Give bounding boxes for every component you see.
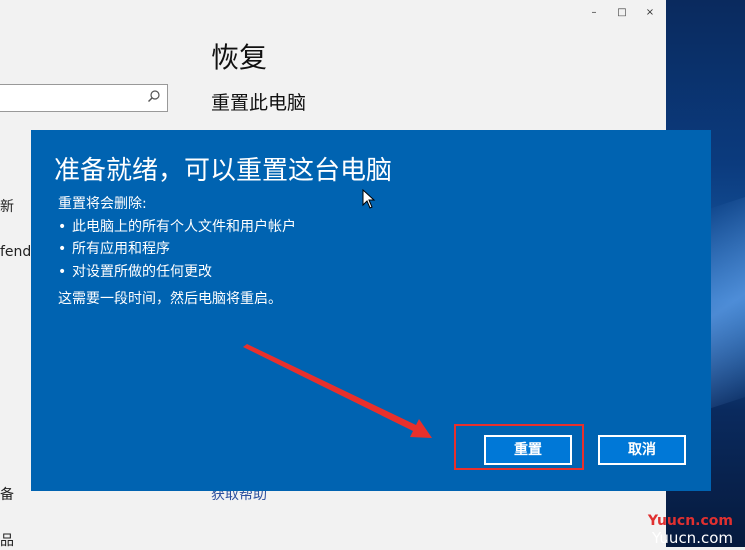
dialog-body: 重置将会删除: 此电脑上的所有个人文件和用户帐户 所有应用和程序 对设置所做的任… bbox=[58, 193, 296, 283]
watermark-text: Yuucn.com bbox=[651, 529, 733, 547]
dialog-note: 这需要一段时间，然后电脑将重启。 bbox=[58, 291, 282, 307]
watermark-text: Yuucn.com bbox=[647, 513, 733, 529]
settings-search-input[interactable] bbox=[0, 84, 168, 112]
nav-item-fragment[interactable]: 备 bbox=[0, 484, 14, 504]
nav-item-fragment[interactable]: 新 bbox=[0, 196, 14, 216]
dialog-title: 准备就绪，可以重置这台电脑 bbox=[54, 156, 393, 186]
page-title: 恢复 bbox=[211, 41, 268, 74]
reset-button[interactable]: 重置 bbox=[484, 435, 572, 465]
close-icon[interactable]: × bbox=[636, 8, 664, 18]
mouse-cursor-icon bbox=[362, 189, 376, 209]
search-icon bbox=[148, 90, 160, 102]
list-item: 此电脑上的所有个人文件和用户帐户 bbox=[58, 216, 296, 239]
list-item: 所有应用和程序 bbox=[58, 238, 296, 261]
reset-confirm-dialog: 准备就绪，可以重置这台电脑 重置将会删除: 此电脑上的所有个人文件和用户帐户 所… bbox=[31, 130, 711, 491]
removal-list: 此电脑上的所有个人文件和用户帐户 所有应用和程序 对设置所做的任何更改 bbox=[58, 216, 296, 284]
nav-item-fragment[interactable]: 品 bbox=[0, 530, 14, 550]
section-title: 重置此电脑 bbox=[211, 92, 307, 114]
list-item: 对设置所做的任何更改 bbox=[58, 261, 296, 284]
cancel-button[interactable]: 取消 bbox=[598, 435, 686, 465]
dialog-intro: 重置将会删除: bbox=[58, 196, 147, 212]
minimize-icon[interactable]: – bbox=[580, 8, 608, 18]
window-controls: – □ × bbox=[580, 0, 666, 18]
maximize-icon[interactable]: □ bbox=[608, 8, 636, 18]
